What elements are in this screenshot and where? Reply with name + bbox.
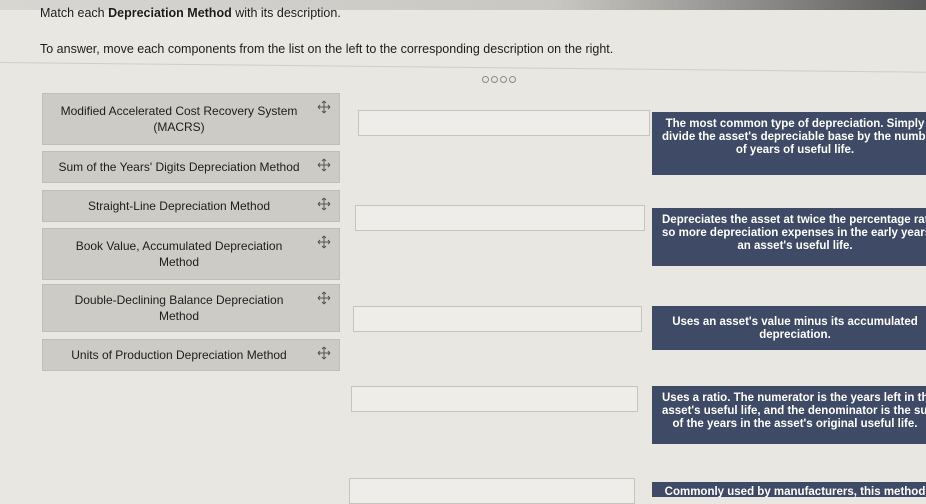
- pager-dot[interactable]: [482, 76, 489, 83]
- description-line: divide the asset's depreciable base by t…: [662, 131, 926, 143]
- description-line: The most common type of depreciation. Si…: [665, 118, 925, 130]
- move-arrows-icon[interactable]: [317, 346, 331, 360]
- move-arrows-icon[interactable]: [317, 291, 331, 305]
- move-arrows-icon[interactable]: [317, 100, 331, 114]
- description-line: so more depreciation expenses in the ear…: [662, 227, 926, 239]
- item-label: Book Value, Accumulated Depreciation Met…: [75, 239, 283, 269]
- pager-dot[interactable]: [500, 76, 507, 83]
- title-suffix: with its description.: [231, 6, 341, 20]
- question-title: Match each Depreciation Method with its …: [40, 6, 341, 20]
- item-label: Sum of the Years' Digits Depreciation Me…: [58, 160, 300, 174]
- drop-zone-1[interactable]: [358, 110, 650, 136]
- title-prefix: Match each: [40, 6, 109, 20]
- description-line: of years of useful life.: [735, 144, 855, 156]
- draggable-item-straight-line[interactable]: Straight-Line Depreciation Method: [42, 190, 340, 222]
- drop-zone-4[interactable]: [351, 386, 638, 412]
- title-bold: Depreciation Method: [108, 6, 232, 20]
- move-arrows-icon[interactable]: [317, 197, 331, 211]
- item-label: Straight-Line Depreciation Method: [87, 199, 271, 213]
- divider: [0, 62, 926, 73]
- description-line: Uses a ratio. The numerator is the years…: [662, 392, 926, 404]
- description-sum-of-years: Uses a ratio. The numerator is the years…: [652, 386, 926, 444]
- drop-zone-2[interactable]: [355, 205, 645, 231]
- description-units-of-production: Commonly used by manufacturers, this met…: [652, 482, 926, 497]
- move-arrows-icon[interactable]: [317, 158, 331, 172]
- description-line: Commonly used by manufacturers, this met…: [664, 486, 926, 497]
- description-straight-line: The most common type of depreciation. Si…: [652, 112, 926, 175]
- description-book-value: Uses an asset's value minus its accumula…: [652, 306, 926, 350]
- description-double-declining: Depreciates the asset at twice the perce…: [652, 208, 926, 266]
- description-line: of the years in the asset's original use…: [672, 418, 918, 430]
- draggable-item-book-value[interactable]: Book Value, Accumulated Depreciation Met…: [42, 228, 340, 280]
- pager-dot[interactable]: [491, 76, 498, 83]
- description-line: Depreciates the asset at twice the perce…: [662, 214, 926, 226]
- item-label: Double-Declining Balance Depreciation Me…: [74, 293, 284, 323]
- draggable-item-sum-of-years[interactable]: Sum of the Years' Digits Depreciation Me…: [42, 151, 340, 183]
- draggable-item-double-declining[interactable]: Double-Declining Balance Depreciation Me…: [42, 284, 340, 332]
- description-line: Uses an asset's value minus its accumula…: [672, 316, 918, 328]
- question-instruction: To answer, move each components from the…: [40, 42, 614, 56]
- pager-dot[interactable]: [509, 76, 516, 83]
- move-arrows-icon[interactable]: [317, 235, 331, 249]
- drop-zone-3[interactable]: [353, 306, 642, 332]
- pager-dots: [482, 76, 516, 83]
- item-label: Modified Accelerated Cost Recovery Syste…: [60, 104, 298, 134]
- description-line: asset's useful life, and the denominator…: [662, 405, 926, 417]
- drop-zone-5[interactable]: [349, 478, 635, 504]
- description-line: an asset's useful life.: [737, 240, 853, 252]
- draggable-item-units-of-production[interactable]: Units of Production Depreciation Method: [42, 339, 340, 371]
- draggable-item-macrs[interactable]: Modified Accelerated Cost Recovery Syste…: [42, 93, 340, 145]
- item-label: Units of Production Depreciation Method: [71, 348, 287, 362]
- description-line: depreciation.: [759, 329, 831, 341]
